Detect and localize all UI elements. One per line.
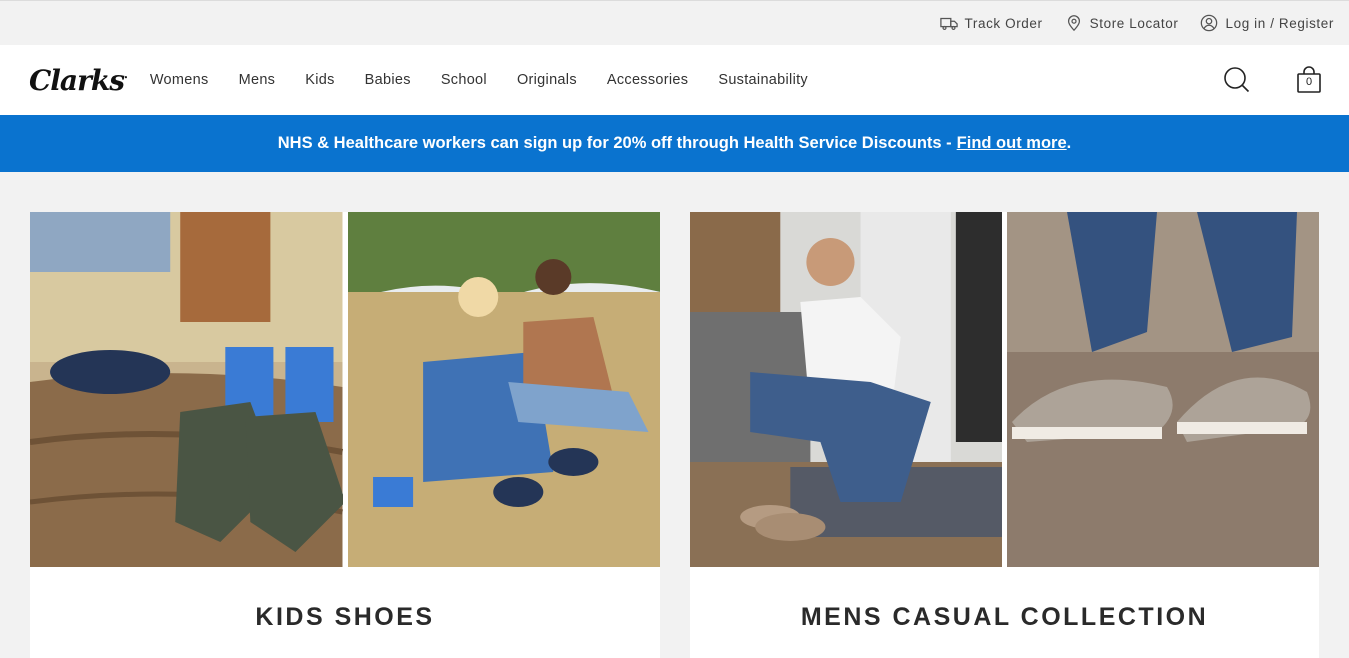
bag-button[interactable]: 0 [1295, 66, 1323, 94]
search-button[interactable] [1223, 66, 1251, 94]
nav-item-womens[interactable]: Womens [150, 72, 209, 88]
promo-suffix: . [1066, 134, 1072, 152]
utility-bar: Track Order Store Locator Log in / Regis… [0, 0, 1349, 45]
track-order-link[interactable]: Track Order [939, 14, 1043, 32]
nav-item-originals[interactable]: Originals [517, 72, 577, 88]
track-order-label: Track Order [964, 15, 1043, 31]
store-locator-link[interactable]: Store Locator [1065, 14, 1179, 32]
nav-item-babies[interactable]: Babies [365, 72, 411, 88]
search-icon [1224, 67, 1250, 93]
nav-item-school[interactable]: School [441, 72, 487, 88]
logo-text: Clarks [29, 63, 125, 97]
truck-icon [939, 17, 958, 31]
mens-casual-image-1 [690, 212, 1002, 567]
mens-casual-card[interactable]: MENS CASUAL COLLECTION [690, 212, 1319, 658]
nav-icons: 0 [1223, 45, 1323, 115]
kids-shoes-image-1 [30, 212, 343, 567]
pin-icon [1067, 15, 1080, 32]
kids-shoes-image-2 [347, 212, 660, 567]
promo-text: NHS & Healthcare workers can sign up for… [277, 134, 952, 152]
login-link[interactable]: Log in / Register [1200, 14, 1334, 32]
mens-casual-title: MENS CASUAL COLLECTION [800, 602, 1209, 631]
user-icon [1201, 14, 1218, 32]
login-label: Log in / Register [1225, 15, 1334, 31]
kids-shoes-card[interactable]: KIDS SHOES [30, 212, 660, 658]
store-locator-label: Store Locator [1089, 15, 1179, 31]
content-area: KIDS SHOES MENS CASUAL COLLECTION [0, 172, 1349, 658]
nav-item-kids[interactable]: Kids [305, 72, 334, 88]
main-nav: Clarks• Womens Mens Kids Babies School O… [0, 45, 1349, 115]
nav-item-accessories[interactable]: Accessories [607, 72, 688, 88]
nav-item-mens[interactable]: Mens [239, 72, 276, 88]
mens-casual-image-2 [1007, 212, 1319, 567]
promo-banner: NHS & Healthcare workers can sign up for… [0, 115, 1349, 172]
kids-shoes-title: KIDS SHOES [255, 602, 435, 631]
mens-images [690, 212, 1319, 567]
kids-images [30, 212, 660, 567]
promo-link[interactable]: Find out more [957, 134, 1067, 153]
clarks-logo[interactable]: Clarks• [29, 63, 128, 97]
nav-item-sustainability[interactable]: Sustainability [718, 72, 808, 88]
bag-count: 0 [1305, 76, 1313, 88]
